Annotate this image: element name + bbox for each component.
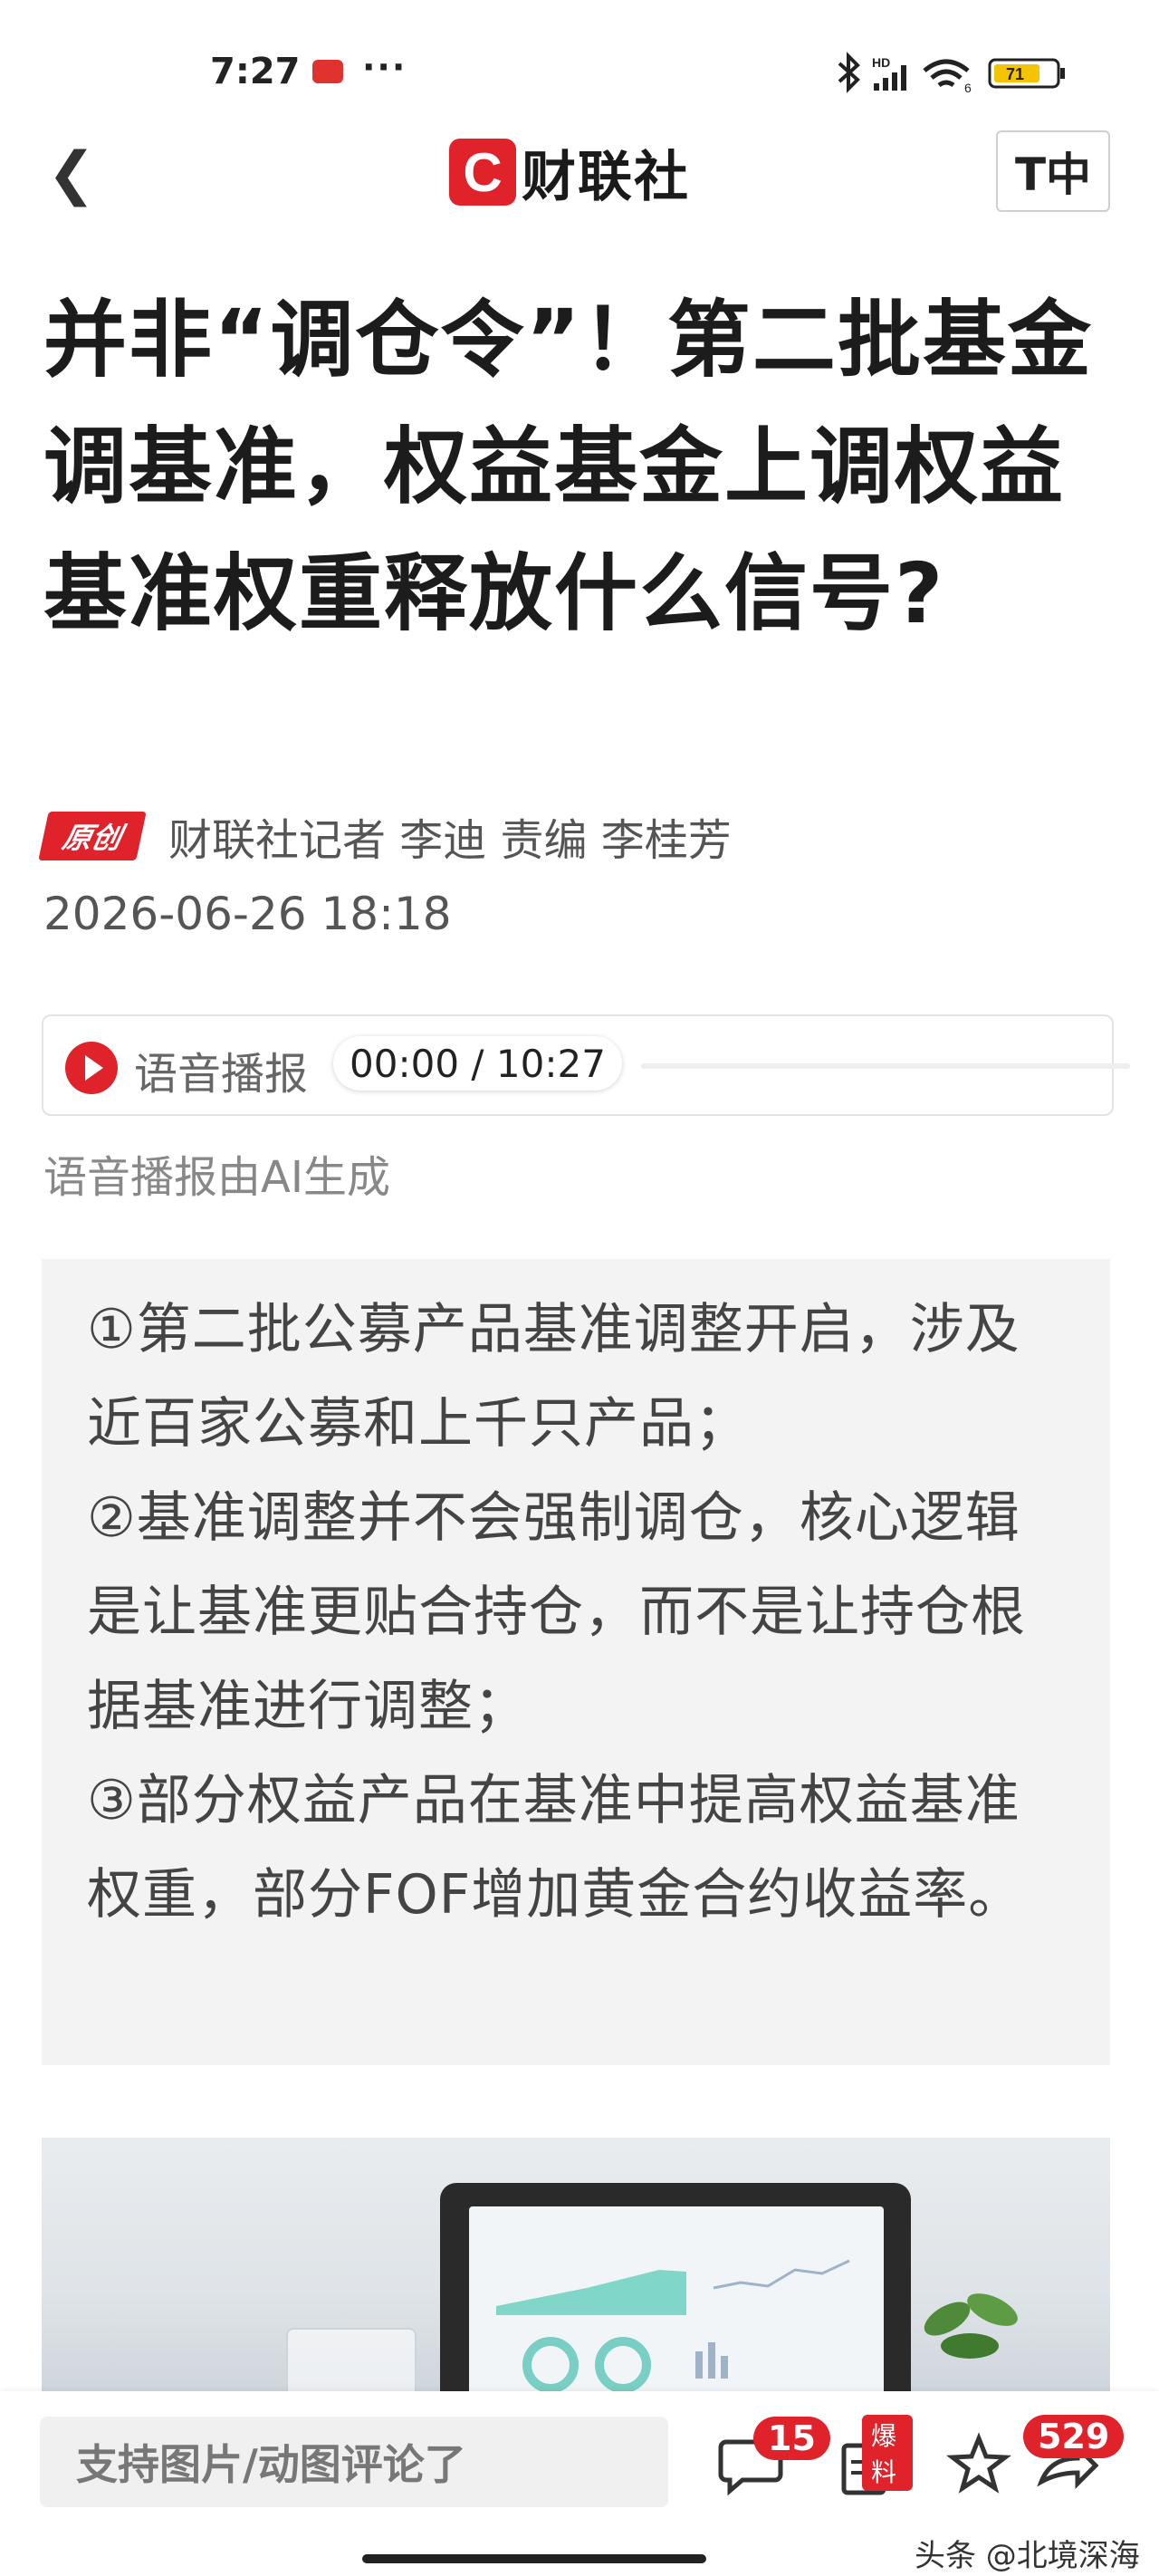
- tip-button[interactable]: 爆料: [831, 2415, 913, 2500]
- laptop-screen: [469, 2206, 884, 2391]
- logo-text: 财联社: [522, 145, 690, 209]
- plant-shape: [924, 2293, 1018, 2359]
- hd-label: HD: [872, 55, 890, 70]
- summary-item: ①第二批公募产品基准调整开启，涉及近百家公募和上千只产品；: [87, 1298, 1020, 1456]
- bluetooth-icon: [838, 52, 860, 93]
- screen-chart-graphic: [496, 2259, 850, 2391]
- summary-item: ②基准调整并不会强制调仓，核心逻辑是让基准更贴合持仓，而不是让持仓根据基准进行调…: [87, 1486, 1026, 1738]
- comment-count-badge: 15: [753, 2417, 830, 2460]
- summary-box: ①第二批公募产品基准调整开启，涉及近百家公募和上千只产品； ②基准调整并不会强制…: [42, 1259, 1110, 2065]
- byline: 财联社记者 李迪 责编 李桂芳: [168, 815, 732, 866]
- comment-input[interactable]: 支持图片/动图评论了: [40, 2417, 668, 2507]
- publish-date: 2026-06-26 18:18: [43, 888, 452, 940]
- battery-icon: [988, 58, 1065, 89]
- logo-mark: C: [449, 139, 516, 206]
- article-meta: 原创 财联社记者 李迪 责编 李桂芳: [38, 804, 732, 868]
- share-count-badge: 529: [1023, 2415, 1125, 2458]
- share-button[interactable]: 529: [1023, 2415, 1125, 2500]
- audio-progress-thumb[interactable]: 00:00 / 10:27: [333, 1036, 622, 1091]
- comments-button[interactable]: 15: [715, 2417, 830, 2500]
- app-notification-icon: [312, 60, 343, 83]
- more-notifications-icon: ···: [362, 47, 407, 87]
- audio-player: 语音播报 00:00 / 10:27: [42, 1014, 1130, 1116]
- top-nav: ❮ C 财联社 T中: [0, 130, 1159, 245]
- system-status-icons: HD 6 71: [838, 52, 1065, 95]
- favorite-button[interactable]: [938, 2418, 1020, 2500]
- back-arrow-icon[interactable]: ❮: [47, 145, 96, 203]
- font-size-button[interactable]: T中: [996, 130, 1110, 212]
- watermark: 头条 @北境深海: [915, 2538, 1140, 2574]
- cls-logo: C 财联社: [449, 136, 690, 209]
- summary-item: ③部分权益产品在基准中提高权益基准权重，部分FOF增加黄金合约收益率。: [87, 1769, 1024, 1927]
- wifi-sub-label: 6: [964, 81, 972, 95]
- home-indicator[interactable]: [362, 2554, 706, 2563]
- wifi-icon: [923, 59, 970, 88]
- audio-label: 语音播报: [134, 1049, 309, 1100]
- play-icon[interactable]: [65, 1042, 118, 1094]
- status-bar: 7:27 ··· HD 6 71: [0, 0, 1159, 136]
- audio-ai-note: 语音播报由AI生成: [43, 1152, 390, 1203]
- tip-tag: 爆料: [862, 2415, 913, 2491]
- battery-level: 71: [1006, 65, 1024, 83]
- star-icon: [946, 2432, 1011, 2494]
- article-title: 并非“调仓令”！第二批基金调基准，权益基金上调权益基准权重释放什么信号?: [43, 292, 1093, 642]
- glass-shape: [286, 2328, 417, 2391]
- audio-progress-track[interactable]: [641, 1063, 1130, 1069]
- original-badge: 原创: [38, 812, 147, 860]
- status-time: 7:27: [210, 51, 301, 92]
- article-image: [42, 2138, 1110, 2391]
